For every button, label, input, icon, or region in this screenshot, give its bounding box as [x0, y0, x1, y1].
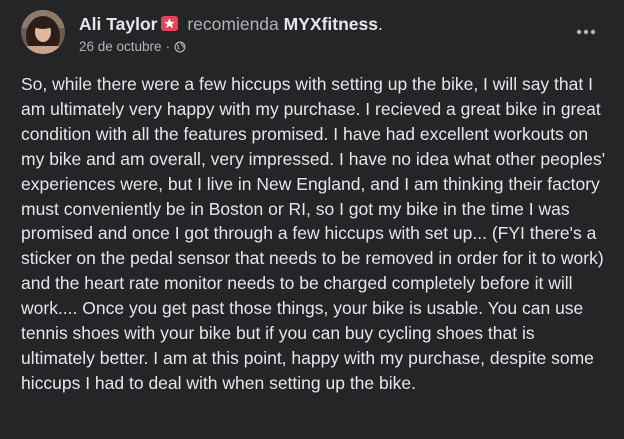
page-name-link[interactable]: MYXfitness: [284, 14, 378, 34]
recommendation-verb: recomienda: [187, 14, 279, 34]
star-badge-icon: [161, 16, 179, 31]
headline-period: .: [377, 14, 383, 34]
recommendation-post: Ali Taylor recomienda MYXfitness. 26 de …: [0, 0, 624, 439]
globe-icon[interactable]: [174, 40, 186, 58]
more-options-icon[interactable]: [572, 22, 600, 42]
post-meta: 26 de octubre ·: [79, 38, 564, 58]
meta-separator: ·: [165, 39, 171, 54]
post-header: Ali Taylor recomienda MYXfitness. 26 de …: [79, 13, 564, 58]
post-body: So, while there were a few hiccups with …: [21, 74, 606, 393]
post-date[interactable]: 26 de octubre: [79, 39, 162, 54]
avatar-photo: [21, 10, 65, 54]
post-headline: Ali Taylor recomienda MYXfitness.: [79, 13, 564, 35]
author-name[interactable]: Ali Taylor: [79, 14, 157, 34]
author-avatar[interactable]: [21, 10, 65, 54]
